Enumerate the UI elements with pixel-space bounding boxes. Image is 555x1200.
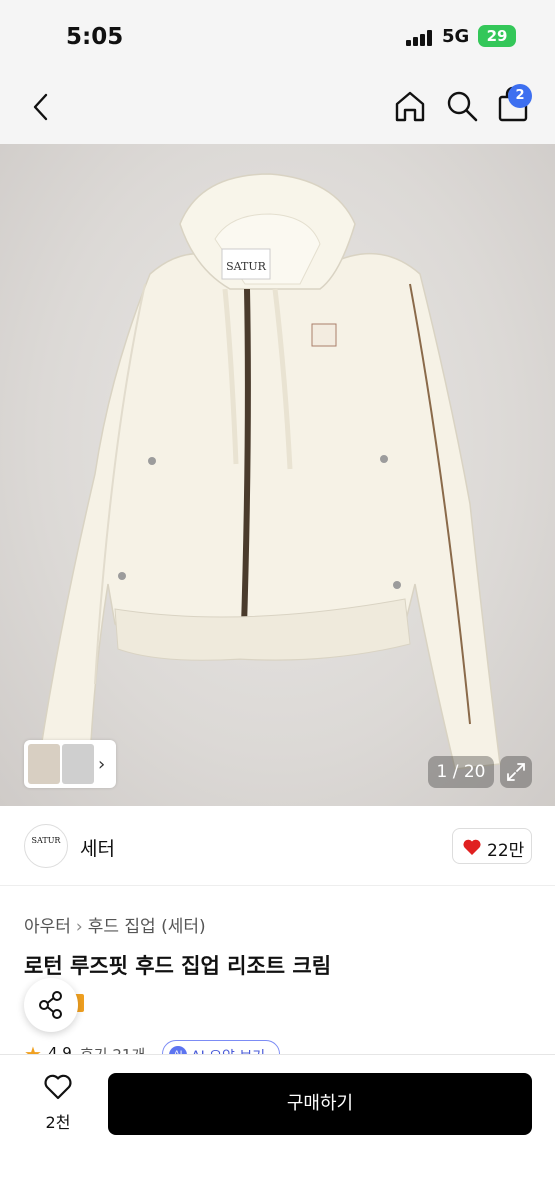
share-button[interactable] (24, 978, 78, 1032)
brand-name[interactable]: 세터 (80, 834, 115, 861)
svg-text:SATUR: SATUR (226, 260, 266, 273)
image-counter: 1 / 20 (428, 756, 494, 788)
signal-icon (406, 30, 436, 46)
back-arrow-icon[interactable] (26, 90, 56, 124)
status-time: 5:05 (66, 24, 124, 50)
top-nav: 2 (0, 72, 555, 144)
home-icon[interactable] (392, 88, 428, 124)
battery-level: 29 (486, 27, 508, 45)
thumbnail-2[interactable] (62, 744, 94, 784)
product-title: 로턴 루즈핏 후드 집업 리조트 크림 (24, 954, 332, 978)
chevron-right-icon[interactable]: › (98, 754, 105, 775)
brand-like-count: 22만 (487, 841, 525, 861)
bottom-action-bar: 2천 구매하기 (0, 1054, 555, 1200)
status-bar: 5:05 5G 29 (0, 0, 555, 72)
wishlist-button[interactable]: 2천 (36, 1073, 80, 1133)
hoodie-illustration: SATUR (39, 173, 501, 770)
heart-filled-icon (463, 839, 481, 855)
battery-icon: 29 (478, 25, 516, 47)
product-page: 5:05 5G 29 2 SATUR › 1 / 20 SATUR 세터 22만… (0, 0, 555, 1200)
breadcrumb-category[interactable]: 아우터 (24, 917, 71, 937)
search-icon[interactable] (444, 88, 480, 124)
brand-row[interactable]: SATUR 세터 22만 (0, 806, 555, 886)
wishlist-count: 2천 (45, 1113, 71, 1132)
expand-icon[interactable] (500, 756, 532, 788)
chevron-right-icon: › (75, 917, 83, 937)
cart-count-badge: 2 (508, 84, 532, 108)
breadcrumb: 아우터 › 후드 집업 (세터) (24, 912, 206, 937)
product-image[interactable]: SATUR › 1 / 20 (0, 144, 555, 806)
brand-logo[interactable]: SATUR (24, 824, 68, 868)
breadcrumb-subcategory[interactable]: 후드 집업 (세터) (88, 917, 206, 937)
share-icon (39, 991, 62, 1019)
thumbnail-1[interactable] (28, 744, 60, 784)
brand-like-button[interactable]: 22만 (452, 828, 532, 864)
heart-outline-icon (44, 1074, 72, 1100)
network-label: 5G (442, 26, 470, 47)
buy-button[interactable]: 구매하기 (108, 1073, 532, 1135)
brand-logo-text: SATUR (31, 836, 61, 845)
thumbnail-strip[interactable]: › (24, 740, 116, 788)
